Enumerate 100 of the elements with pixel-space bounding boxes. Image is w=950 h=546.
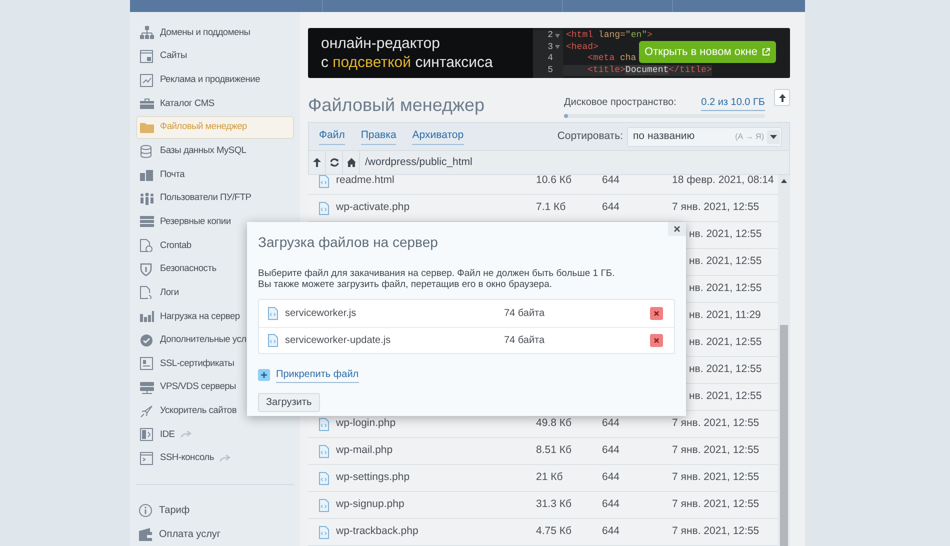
upload-button[interactable] [774, 89, 790, 106]
close-button[interactable] [668, 222, 686, 236]
banner-heading: с подсветкой синтаксиса [321, 53, 494, 72]
attach-file-link[interactable]: Прикрепить файл [276, 367, 359, 383]
caret-down-icon [770, 134, 777, 138]
fold-icon [555, 45, 560, 50]
remove-button[interactable] [650, 334, 663, 347]
file-permissions: 644 [602, 201, 620, 214]
add-button[interactable] [258, 369, 270, 381]
file-name[interactable]: wp-trackback.php [336, 524, 536, 540]
sidebar-item[interactable]: IDE [136, 422, 294, 447]
file-permissions: 644 [602, 175, 620, 186]
file-modified: 7 янв. 2021, 12:55 [672, 200, 760, 216]
database-icon [140, 144, 154, 158]
arrow-up-icon[interactable] [312, 158, 322, 167]
code-line: <meta cha [586, 53, 636, 64]
plus-icon [261, 372, 267, 378]
file-modified: нв. 2021, 12:55 [689, 335, 762, 350]
file-size: 8.51 Кб [536, 444, 572, 456]
sidebar-item[interactable]: Каталог CMS [136, 92, 294, 116]
file-modified: 7 янв. 2021, 12:55 [672, 443, 760, 458]
document-refresh-icon [140, 286, 154, 300]
file-permissions: 644 [602, 444, 620, 456]
server-icon [140, 380, 154, 394]
disk-space-link[interactable]: 0.2 из 10.0 ГБ [701, 95, 765, 111]
file-modified: нв. 2021, 12:55 [689, 362, 762, 378]
file-code-icon [318, 526, 330, 538]
line-number: 3 [548, 42, 553, 53]
line-chart-icon [140, 74, 154, 87]
file-code-icon [318, 472, 330, 484]
file-code-icon [318, 202, 330, 214]
file-code-icon [318, 498, 330, 512]
file-modified: нв. 2021, 12:55 [689, 281, 762, 296]
file-name[interactable]: wp-login.php [336, 416, 536, 432]
sidebar-item[interactable]: Реклама и продвижение [136, 68, 294, 92]
remove-button[interactable] [650, 306, 663, 320]
terminal-icon [140, 452, 154, 465]
info-icon [139, 504, 153, 518]
file-name[interactable]: wp-mail.php [336, 443, 536, 459]
file-code-icon [318, 444, 330, 458]
window-icon [140, 50, 154, 63]
line-number: 4 [548, 53, 553, 64]
upload-button[interactable]: Загрузить [258, 393, 320, 412]
code-window-icon [140, 428, 154, 442]
sidebar-item[interactable]: Домены и поддомены [136, 21, 294, 45]
certificate-icon [140, 357, 154, 370]
code-line: <head> [565, 42, 598, 53]
sidebar-item[interactable]: Сайты [136, 44, 294, 68]
banner-heading: онлайн-редактор [321, 34, 441, 53]
document-clock-icon [140, 239, 154, 252]
upload-file-name: serviceworker-update.js [285, 334, 392, 348]
file-code-icon [267, 306, 279, 320]
home-icon[interactable] [346, 158, 356, 167]
dialog-title: Загрузка файлов на сервер [258, 233, 439, 252]
file-name[interactable]: wp-signup.php [336, 497, 536, 513]
line-number: 2 [548, 30, 553, 42]
sidebar-item[interactable]: Почта [136, 162, 294, 186]
file-name[interactable]: wp-activate.php [336, 200, 536, 216]
users-icon [140, 192, 154, 205]
close-icon [654, 338, 659, 343]
file-size: 49.8 Кб [536, 417, 572, 430]
server-stack-icon [140, 215, 154, 228]
close-icon [654, 310, 659, 316]
sidebar-item[interactable]: Пользователи ПУ/FTP [136, 186, 294, 210]
menu-link[interactable]: Архиватор [412, 128, 464, 145]
scrollbar-thumb[interactable] [780, 325, 788, 546]
upload-file-name: serviceworker.js [285, 306, 358, 321]
menu-link[interactable]: Файл [319, 128, 345, 145]
file-name[interactable]: wp-settings.php [336, 470, 536, 486]
file-permissions: 644 [602, 525, 620, 538]
sidebar-item[interactable]: Тариф [136, 499, 294, 523]
scroll-up-icon [781, 179, 787, 183]
file-size: 4.75 Кб [536, 525, 572, 538]
refresh-icon[interactable] [330, 158, 338, 167]
folder-icon [140, 120, 154, 134]
sidebar-item[interactable]: Резервные копии [136, 210, 294, 234]
file-permissions: 644 [602, 498, 620, 510]
menu-link[interactable]: Правка [360, 128, 396, 145]
fold-icon [555, 34, 560, 38]
page-title: Файловый менеджер [308, 94, 486, 117]
file-code-icon [318, 418, 330, 430]
close-icon [674, 226, 680, 232]
file-modified: 7 янв. 2021, 12:55 [672, 497, 760, 512]
sidebar-item[interactable]: Базы данных MySQL [136, 139, 294, 163]
sitemap-icon [140, 26, 154, 40]
disk-space-label: Дисковое пространство: [564, 96, 676, 110]
file-modified: нв. 2021, 11:29 [689, 308, 761, 324]
file-name[interactable]: readme.html [336, 175, 536, 189]
sort-dropdown[interactable]: по названию (А → Я) [627, 126, 782, 146]
file-modified: нв. 2021, 12:55 [689, 389, 762, 404]
sort-label: Сортировать: [557, 128, 623, 144]
dialog-description: Выберите файл для закачивания на сервер. Файл не должен быть больше 1 ГБ. [258, 268, 616, 279]
file-modified: нв. 2021, 12:55 [689, 227, 762, 242]
path-text: /wordpress/public_html [365, 154, 472, 170]
badge-check-icon [140, 334, 154, 347]
file-modified: 7 янв. 2021, 12:55 [672, 470, 760, 486]
sidebar-item[interactable]: SSH-консоль [136, 446, 294, 470]
rocket-icon [140, 404, 154, 418]
sidebar-item[interactable]: Оплата услуг [136, 522, 294, 546]
arrow-up-icon [778, 94, 786, 102]
